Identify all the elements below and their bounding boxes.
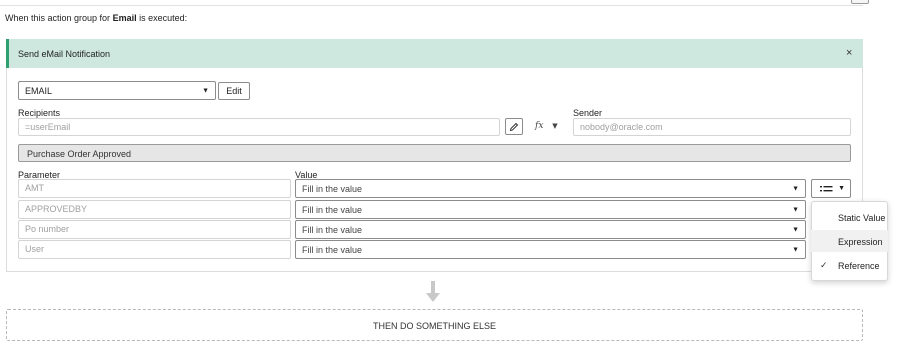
sender-field[interactable]: nobody@oracle.com <box>573 118 851 136</box>
edit-button[interactable]: Edit <box>218 82 250 100</box>
next-step-label: THEN DO SOMETHING ELSE <box>372 321 497 331</box>
close-icon[interactable]: × <box>846 47 852 59</box>
parameter-field-user: User <box>18 240 291 259</box>
action-card-title: Send eMail Notification <box>18 49 111 59</box>
chevron-down-icon: ▼ <box>792 226 799 233</box>
top-divider <box>0 5 863 6</box>
recipients-field[interactable]: =userEmail <box>18 118 500 136</box>
top-corner-button[interactable] <box>851 0 869 4</box>
value-select-po-number[interactable]: Fill in the value ▼ <box>295 220 806 239</box>
value-type-chevron-down-icon: ▼ <box>838 185 845 192</box>
intro-suffix: is executed: <box>136 13 188 23</box>
value-select-user[interactable]: Fill in the value ▼ <box>295 240 806 259</box>
menu-item-label: Expression <box>838 237 883 247</box>
fx-button[interactable]: fx ▼ <box>535 121 558 131</box>
chevron-down-icon: ▼ <box>202 87 209 94</box>
intro-action-group: Email <box>112 13 137 23</box>
value-select-text: Fill in the value <box>302 245 363 255</box>
value-select-amt[interactable]: Fill in the value ▼ <box>295 179 806 198</box>
value-select-text: Fill in the value <box>302 205 363 215</box>
pencil-icon <box>509 122 519 132</box>
chevron-down-icon: ▼ <box>792 246 799 253</box>
parameter-field-po-number: Po number <box>18 220 291 239</box>
value-select-approvedby[interactable]: Fill in the value ▼ <box>295 200 806 219</box>
template-name-bar: Purchase Order Approved <box>18 144 851 162</box>
menu-item-reference[interactable]: ✓ Reference <box>811 254 888 276</box>
parameter-field-approvedby: APPROVEDBY <box>18 200 291 219</box>
value-type-button[interactable]: ▼ <box>811 179 851 198</box>
action-card-header <box>6 39 863 68</box>
menu-item-static-value[interactable]: Static Value <box>811 206 888 228</box>
template-select[interactable]: EMAIL ▼ <box>18 81 216 100</box>
parameter-field-amt: AMT <box>18 179 291 198</box>
template-select-value: EMAIL <box>25 86 53 96</box>
intro-prefix: When this action group for <box>5 13 113 23</box>
fx-chevron-down-icon: ▼ <box>552 122 558 130</box>
pencil-button[interactable] <box>505 118 523 135</box>
check-icon: ✓ <box>820 260 828 270</box>
menu-item-label: Static Value <box>838 213 886 223</box>
value-select-text: Fill in the value <box>302 184 363 194</box>
value-select-text: Fill in the value <box>302 225 363 235</box>
menu-item-label: Reference <box>838 261 880 271</box>
list-icon <box>820 186 833 192</box>
chevron-down-icon: ▼ <box>792 185 799 192</box>
recipients-label: Recipients <box>18 108 61 118</box>
intro-text: When this action group for Email is exec… <box>5 13 187 23</box>
sender-label: Sender <box>573 108 603 118</box>
template-name: Purchase Order Approved <box>27 149 132 159</box>
menu-item-expression[interactable]: Expression <box>811 230 888 252</box>
arrow-down-icon <box>426 281 440 302</box>
chevron-down-icon: ▼ <box>792 206 799 213</box>
fx-icon: fx <box>535 121 544 131</box>
